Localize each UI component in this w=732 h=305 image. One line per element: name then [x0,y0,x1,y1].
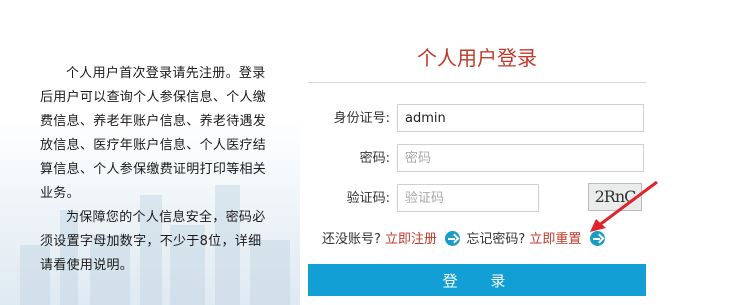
reset-link[interactable]: 立即重置 [529,232,581,247]
register-arrow-icon[interactable] [445,231,461,246]
login-button[interactable]: 登 录 [308,264,646,296]
register-link[interactable]: 立即注册 [385,232,437,247]
forgot-password-text: 忘记密码? [466,232,526,247]
id-label: 身份证号: [333,111,390,126]
id-number-input[interactable] [397,104,644,132]
intro-paragraph-2: 为保障您的个人信息安全，密码必须设置字母加数字，不少于8位，详细请看使用说明。 [40,210,266,273]
captcha-label: 验证码: [346,191,390,206]
intro-paragraph-1: 个人用户首次登录请先注册。登录后用户可以查询个人参保信息、个人缴费信息、养老年账… [40,66,267,201]
intro-text: 个人用户首次登录请先注册。登录后用户可以查询个人参保信息、个人缴费信息、养老年账… [40,62,272,278]
no-account-text: 还没账号? [322,232,381,247]
password-input[interactable] [397,144,644,172]
captcha-input[interactable] [397,184,539,212]
account-links: 还没账号? 立即注册 忘记密码? 立即重置 [322,229,607,251]
reset-arrow-icon[interactable] [589,231,605,246]
password-label: 密码: [359,151,390,166]
title-divider [308,82,646,83]
login-title: 个人用户登录 [417,46,537,70]
